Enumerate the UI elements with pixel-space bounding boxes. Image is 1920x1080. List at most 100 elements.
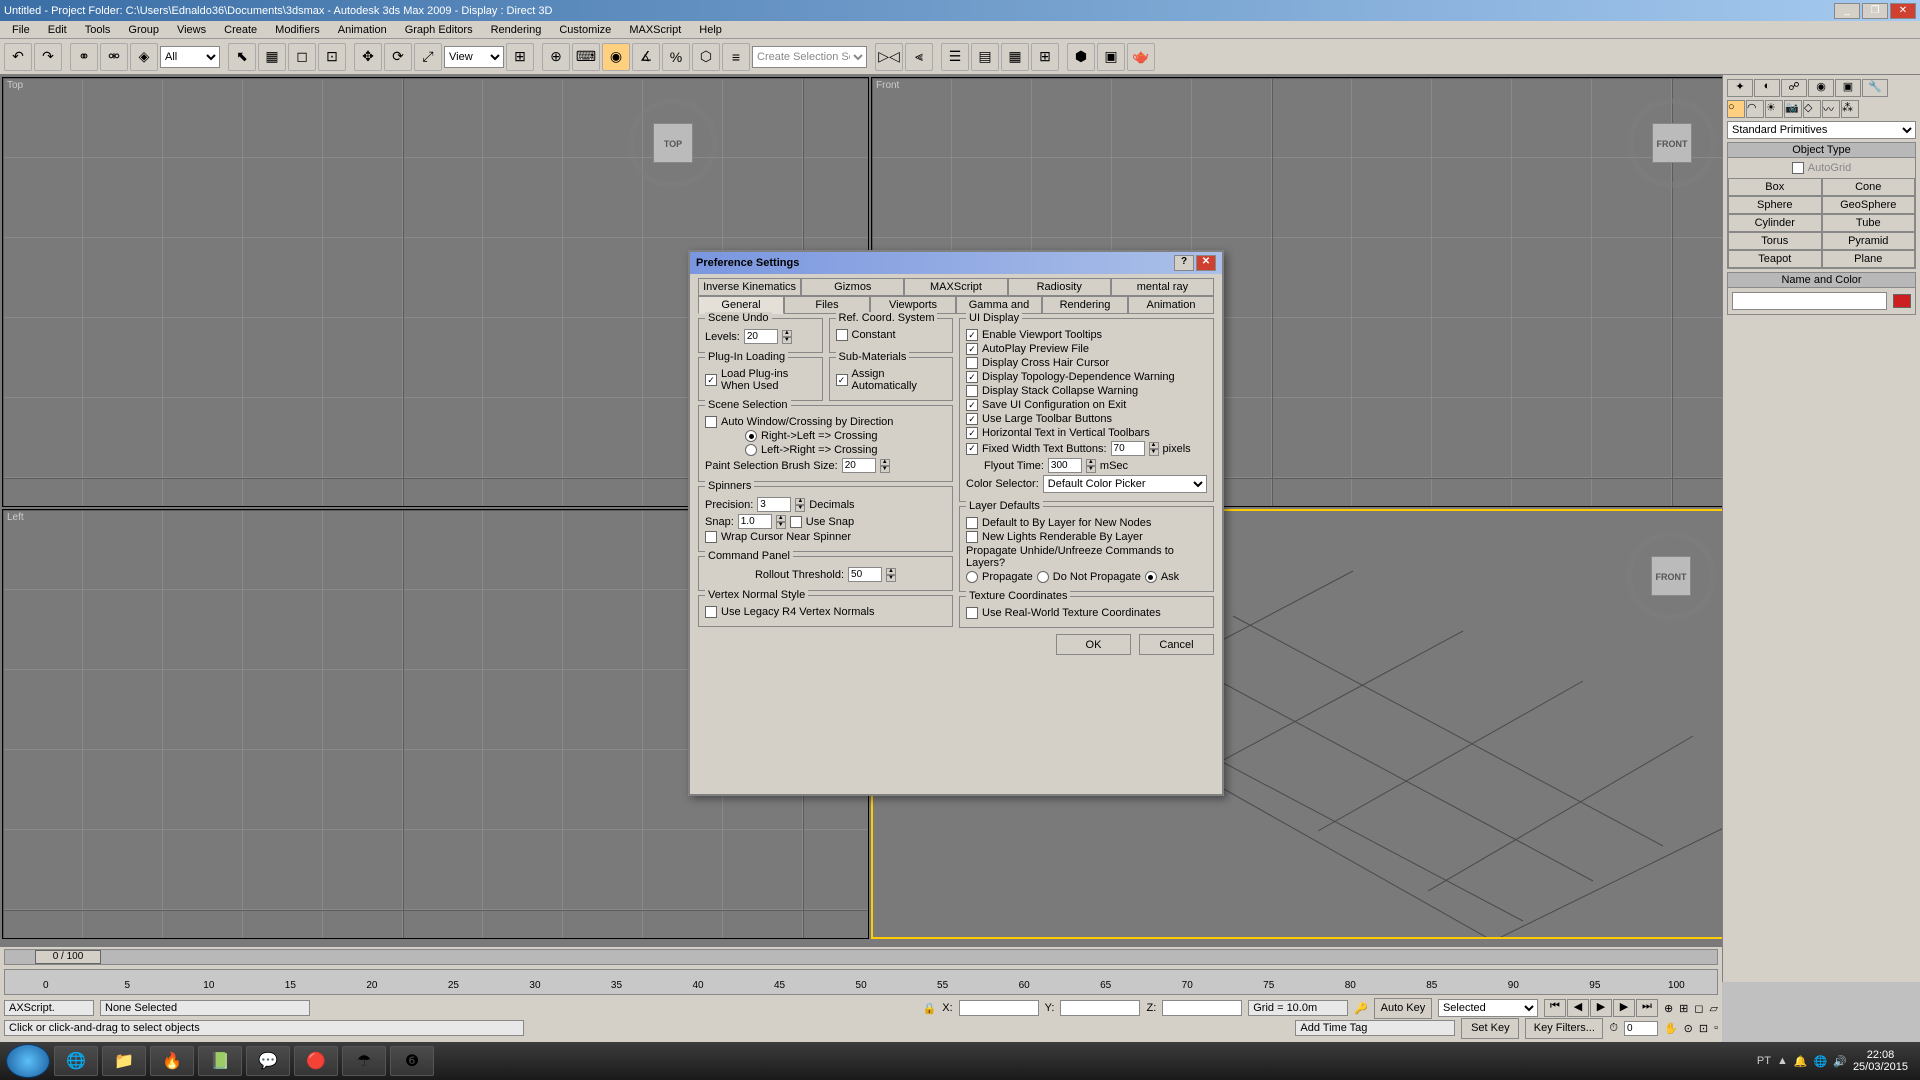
primitive-geosphere[interactable]: GeoSphere (1822, 196, 1916, 214)
spacewarps-tab[interactable]: 〰 (1822, 100, 1840, 118)
x-input[interactable] (959, 1000, 1039, 1016)
viewcube-persp[interactable]: FRONT (1616, 521, 1726, 631)
task-avira[interactable]: ☂ (342, 1046, 386, 1076)
levels-input[interactable] (744, 329, 778, 344)
menu-modifiers[interactable]: Modifiers (267, 22, 328, 38)
tab-maxscript[interactable]: MAXScript (904, 278, 1007, 296)
goto-start-button[interactable]: ⏮ (1544, 999, 1566, 1017)
rect-select-button[interactable]: ◻ (288, 43, 316, 71)
snap-input[interactable] (738, 514, 772, 529)
track-ruler[interactable]: 0510152025303540455055606570758085909510… (4, 969, 1718, 995)
autoplay-checkbox[interactable] (966, 343, 978, 355)
tab-radiosity[interactable]: Radiosity (1008, 278, 1111, 296)
category-dropdown[interactable]: Standard Primitives (1727, 121, 1916, 139)
nav-maxtoggle-button[interactable]: ⊡ (1699, 1022, 1708, 1035)
auto-window-checkbox[interactable] (705, 416, 717, 428)
z-input[interactable] (1162, 1000, 1242, 1016)
tray-icon[interactable]: 🔔 (1794, 1055, 1808, 1068)
crosshair-checkbox[interactable] (966, 357, 978, 369)
task-app1[interactable]: 🔥 (150, 1046, 194, 1076)
percent-snap-button[interactable]: % (662, 43, 690, 71)
nav-fov-button[interactable]: ▱ (1710, 1002, 1718, 1015)
curve-editor-button[interactable]: ▤ (971, 43, 999, 71)
fixed-width-input[interactable] (1111, 441, 1145, 456)
modify-tab[interactable]: ◐ (1754, 79, 1780, 97)
utilities-tab[interactable]: 🔧 (1862, 79, 1888, 97)
select-button[interactable]: ⬉ (228, 43, 256, 71)
keymode-select[interactable]: Selected (1438, 999, 1538, 1017)
saveui-checkbox[interactable] (966, 399, 978, 411)
lang-indicator[interactable]: PT (1757, 1055, 1771, 1067)
next-frame-button[interactable]: ▶ (1613, 999, 1635, 1017)
menu-file[interactable]: File (4, 22, 38, 38)
precision-input[interactable] (757, 497, 791, 512)
ref-coord-select[interactable]: View (444, 46, 504, 68)
ask-radio[interactable] (1145, 571, 1157, 583)
tray-icon[interactable]: ▲ (1777, 1055, 1788, 1067)
large-toolbar-checkbox[interactable] (966, 413, 978, 425)
bind-button[interactable]: ◈ (130, 43, 158, 71)
usesnap-checkbox[interactable] (790, 516, 802, 528)
legacy-normals-checkbox[interactable] (705, 606, 717, 618)
menu-views[interactable]: Views (169, 22, 214, 38)
tray-icon[interactable]: 🌐 (1814, 1055, 1828, 1068)
move-button[interactable]: ✥ (354, 43, 382, 71)
menu-grapheditors[interactable]: Graph Editors (397, 22, 481, 38)
frame-spinner[interactable] (1624, 1021, 1658, 1036)
constant-checkbox[interactable] (836, 329, 848, 341)
restore-button[interactable]: ❐ (1862, 3, 1888, 19)
tab-animation[interactable]: Animation (1128, 296, 1214, 314)
menu-edit[interactable]: Edit (40, 22, 75, 38)
rl-radio[interactable] (745, 430, 757, 442)
primitive-pyramid[interactable]: Pyramid (1822, 232, 1916, 250)
play-button[interactable]: ▶ (1590, 999, 1612, 1017)
angle-snap-button[interactable]: ∡ (632, 43, 660, 71)
display-tab[interactable]: ▣ (1835, 79, 1861, 97)
nav-zoomall-button[interactable]: ⊞ (1679, 1002, 1688, 1015)
load-plugins-checkbox[interactable] (705, 374, 717, 386)
y-input[interactable] (1060, 1000, 1140, 1016)
realworld-checkbox[interactable] (966, 607, 978, 619)
donot-radio[interactable] (1037, 571, 1049, 583)
menu-rendering[interactable]: Rendering (483, 22, 550, 38)
wrap-cursor-checkbox[interactable] (705, 531, 717, 543)
render-frame-button[interactable]: ▣ (1097, 43, 1125, 71)
primitive-plane[interactable]: Plane (1822, 250, 1916, 268)
nav-pan-button[interactable]: ✋ (1664, 1022, 1678, 1035)
dialog-help-button[interactable]: ? (1174, 255, 1194, 271)
minimize-button[interactable]: _ (1834, 3, 1860, 19)
primitive-sphere[interactable]: Sphere (1728, 196, 1822, 214)
tab-gizmos[interactable]: Gizmos (801, 278, 904, 296)
primitive-box[interactable]: Box (1728, 178, 1822, 196)
task-explorer[interactable]: 📁 (102, 1046, 146, 1076)
unlink-button[interactable]: ⚮ (100, 43, 128, 71)
fixed-width-checkbox[interactable] (966, 443, 978, 455)
menu-customize[interactable]: Customize (551, 22, 619, 38)
schematic-button[interactable]: ▦ (1001, 43, 1029, 71)
selection-set-select[interactable]: Create Selection Set (752, 46, 867, 68)
time-slider[interactable]: 0 / 100 (4, 949, 1718, 965)
propagate-radio[interactable] (966, 571, 978, 583)
menu-tools[interactable]: Tools (77, 22, 119, 38)
object-name-input[interactable] (1732, 292, 1887, 310)
helpers-tab[interactable]: ◇ (1803, 100, 1821, 118)
primitive-tube[interactable]: Tube (1822, 214, 1916, 232)
window-crossing-button[interactable]: ⊡ (318, 43, 346, 71)
material-editor-button[interactable]: ⊞ (1031, 43, 1059, 71)
task-ie[interactable]: 🌐 (54, 1046, 98, 1076)
tooltips-checkbox[interactable] (966, 329, 978, 341)
menu-animation[interactable]: Animation (330, 22, 395, 38)
link-button[interactable]: ⚭ (70, 43, 98, 71)
menu-help[interactable]: Help (691, 22, 730, 38)
primitive-teapot[interactable]: Teapot (1728, 250, 1822, 268)
keyboard-button[interactable]: ⌨ (572, 43, 600, 71)
rollout-input[interactable] (848, 567, 882, 582)
snap-toggle-button[interactable]: ◉ (602, 43, 630, 71)
key-icon[interactable]: 🔑 (1354, 1002, 1368, 1015)
cancel-button[interactable]: Cancel (1139, 634, 1214, 655)
menu-group[interactable]: Group (120, 22, 167, 38)
brush-input[interactable] (842, 458, 876, 473)
tab-rendering[interactable]: Rendering (1042, 296, 1128, 314)
start-button[interactable] (6, 1044, 50, 1078)
layer-manager-button[interactable]: ☰ (941, 43, 969, 71)
